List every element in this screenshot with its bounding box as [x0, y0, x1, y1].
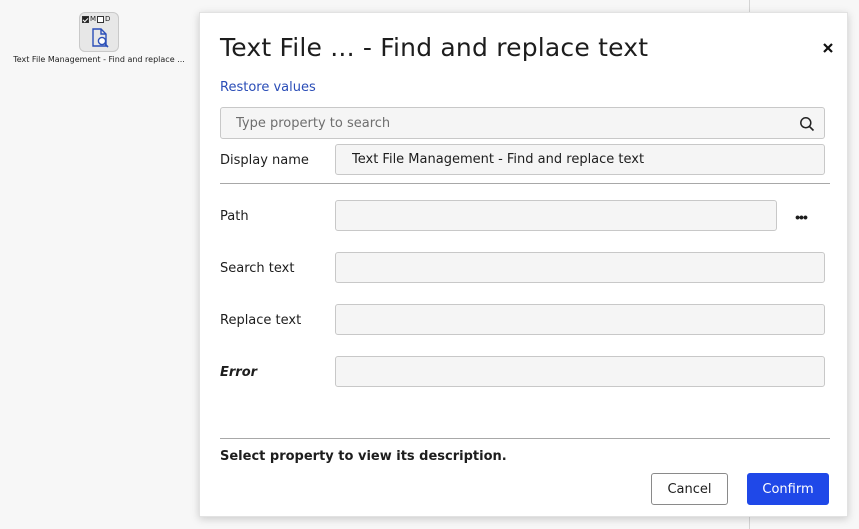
- search-icon[interactable]: [799, 116, 815, 132]
- search-text-label: Search text: [220, 261, 295, 276]
- display-name-label: Display name: [220, 153, 309, 168]
- path-label: Path: [220, 209, 249, 224]
- properties-dialog: Text File ... - Find and replace text Re…: [199, 12, 848, 517]
- display-name-field[interactable]: [335, 144, 825, 175]
- activity-flags: M D: [82, 15, 110, 23]
- dialog-title: Text File ... - Find and replace text: [220, 33, 649, 62]
- error-label: Error: [220, 365, 258, 380]
- cancel-button[interactable]: Cancel: [651, 473, 728, 505]
- activity-label: Text File Management - Find and replace …: [13, 55, 185, 64]
- path-field[interactable]: [335, 200, 777, 231]
- restore-values-link[interactable]: Restore values: [220, 80, 316, 95]
- property-search-box: [220, 107, 825, 139]
- flag-label-m: M: [90, 15, 97, 23]
- close-button[interactable]: [817, 37, 839, 59]
- replace-text-field[interactable]: [335, 304, 825, 335]
- document-search-icon: [92, 28, 109, 48]
- confirm-button[interactable]: Confirm: [747, 473, 829, 505]
- section-divider-bottom: [220, 438, 830, 439]
- close-icon: [823, 43, 833, 53]
- replace-text-label: Replace text: [220, 313, 302, 328]
- activity-node[interactable]: M D Text File Management - Find and repl…: [4, 12, 194, 64]
- flag-checkbox-unchecked[interactable]: [97, 15, 105, 23]
- flag-label-d: D: [105, 15, 111, 23]
- section-divider-top: [220, 183, 830, 184]
- property-search-input[interactable]: [221, 108, 791, 138]
- browse-path-button[interactable]: •••: [788, 207, 814, 227]
- flag-checkbox-checked[interactable]: [82, 15, 89, 23]
- error-field[interactable]: [335, 356, 825, 387]
- activity-tile[interactable]: M D: [79, 12, 119, 52]
- search-text-field[interactable]: [335, 252, 825, 283]
- property-description: Select property to view its description.: [220, 449, 507, 464]
